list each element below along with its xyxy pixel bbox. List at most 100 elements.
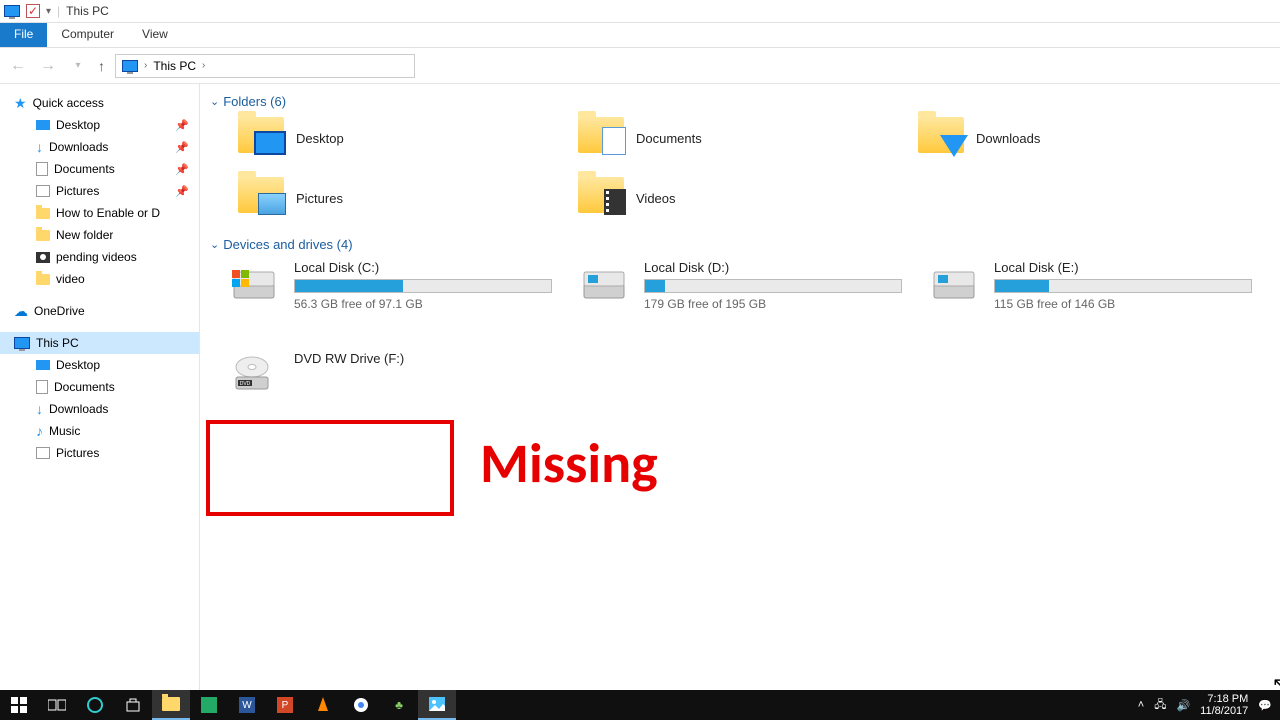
navigation-pane: ★ Quick access Desktop📌↓Downloads📌Docume… bbox=[0, 84, 200, 690]
sidebar-item-label: Pictures bbox=[56, 446, 99, 460]
drive-item[interactable]: Local Disk (C:)56.3 GB free of 97.1 GB bbox=[230, 260, 580, 311]
sidebar-item[interactable]: Desktop📌 bbox=[0, 114, 199, 136]
item-icon bbox=[36, 185, 50, 197]
chevron-icon: › bbox=[144, 60, 147, 71]
tab-file[interactable]: File bbox=[0, 23, 47, 47]
taskbar-chrome[interactable] bbox=[342, 690, 380, 720]
sidebar-item-label: Desktop bbox=[56, 118, 100, 132]
folder-label: Documents bbox=[636, 131, 702, 146]
item-icon bbox=[36, 252, 50, 263]
sidebar-item-label: video bbox=[56, 272, 85, 286]
group-folders[interactable]: ⌄ Folders (6) bbox=[210, 94, 1270, 109]
sidebar-onedrive[interactable]: ☁ OneDrive bbox=[0, 300, 199, 322]
up-button[interactable]: ↑ bbox=[98, 58, 105, 74]
item-icon bbox=[36, 274, 50, 285]
folder-item[interactable]: Documents bbox=[578, 117, 918, 159]
sidebar-item-label: pending videos bbox=[56, 250, 137, 264]
nav-bar: ← → ▾ ↑ › This PC › bbox=[0, 48, 1280, 84]
taskbar-app2[interactable]: ♣ bbox=[380, 690, 418, 720]
tray-volume-icon[interactable]: 🔊 bbox=[1176, 699, 1190, 712]
folder-icon bbox=[918, 117, 964, 153]
onedrive-icon: ☁ bbox=[14, 303, 28, 320]
disk-drive-icon bbox=[580, 264, 634, 304]
drive-free-text: 115 GB free of 146 GB bbox=[994, 297, 1280, 311]
sidebar-item[interactable]: Documents📌 bbox=[0, 158, 199, 180]
taskbar-explorer[interactable] bbox=[152, 690, 190, 720]
svg-text:DVD: DVD bbox=[240, 381, 251, 387]
window-title: This PC bbox=[66, 4, 109, 18]
cursor-icon: ↖ bbox=[1272, 674, 1280, 690]
recent-dropdown[interactable]: ▾ bbox=[68, 60, 88, 71]
sidebar-item[interactable]: video bbox=[0, 268, 199, 290]
back-button[interactable]: ← bbox=[8, 57, 28, 75]
sidebar-item-label: New folder bbox=[56, 228, 113, 242]
folder-icon bbox=[238, 177, 284, 213]
sidebar-item[interactable]: How to Enable or D bbox=[0, 202, 199, 224]
download-icon: ↓ bbox=[36, 139, 43, 155]
sidebar-item-label: How to Enable or D bbox=[56, 206, 160, 220]
folder-item[interactable]: Downloads bbox=[918, 117, 1258, 159]
sidebar-item[interactable]: ♪ Music bbox=[0, 420, 199, 442]
taskbar-vlc[interactable] bbox=[304, 690, 342, 720]
drive-item[interactable]: Local Disk (E:) 115 GB free of 146 GB bbox=[930, 260, 1280, 311]
address-location: This PC bbox=[153, 59, 196, 73]
taskview-button[interactable] bbox=[38, 690, 76, 720]
folder-item[interactable]: Videos bbox=[578, 177, 918, 219]
tray-notifications-icon[interactable]: 💬 bbox=[1258, 699, 1272, 712]
dvd-drive-icon: DVD bbox=[230, 355, 284, 395]
taskbar-photos[interactable] bbox=[418, 690, 456, 720]
content-area: ⌄ Folders (6) Desktop Documents Downloads P… bbox=[200, 84, 1280, 690]
tray-up-icon[interactable]: ˄ bbox=[1138, 699, 1144, 711]
sidebar-this-pc[interactable]: This PC bbox=[0, 332, 199, 354]
item-icon bbox=[36, 360, 50, 370]
system-tray[interactable]: ˄ 🖧 🔊 7:18 PM 11/8/2017 💬 bbox=[1130, 693, 1280, 717]
tray-network-icon[interactable]: 🖧 bbox=[1154, 696, 1166, 715]
forward-button[interactable]: → bbox=[38, 57, 58, 75]
drive-name: Local Disk (E:) bbox=[994, 260, 1280, 275]
tray-clock[interactable]: 7:18 PM 11/8/2017 bbox=[1200, 693, 1248, 717]
drive-item[interactable]: DVDDVD RW Drive (F:) bbox=[230, 351, 580, 395]
tab-view[interactable]: View bbox=[128, 23, 182, 47]
sidebar-item[interactable]: New folder bbox=[0, 224, 199, 246]
drive-item[interactable]: Local Disk (D:)179 GB free of 195 GB bbox=[580, 260, 930, 311]
taskbar-powerpoint[interactable]: P bbox=[266, 690, 304, 720]
app-icon bbox=[4, 5, 20, 17]
monitor-icon bbox=[14, 337, 30, 349]
folder-label: Downloads bbox=[976, 131, 1040, 146]
sidebar-item[interactable]: Documents bbox=[0, 376, 199, 398]
address-bar[interactable]: › This PC › bbox=[115, 54, 415, 78]
disk-drive-icon bbox=[930, 264, 984, 304]
annotation-box bbox=[206, 420, 454, 516]
star-icon: ★ bbox=[14, 95, 27, 112]
music-icon: ♪ bbox=[36, 423, 43, 439]
monitor-icon bbox=[122, 60, 138, 72]
sidebar-item-label: Pictures bbox=[56, 184, 99, 198]
chevron-down-icon: ⌄ bbox=[210, 238, 219, 251]
annotation-text: Missing bbox=[480, 430, 658, 498]
qat-dropdown-icon[interactable]: ▾ bbox=[46, 6, 51, 17]
chevron-icon: › bbox=[202, 60, 205, 71]
group-drives[interactable]: ⌄ Devices and drives (4) bbox=[210, 237, 1270, 252]
taskbar-app[interactable] bbox=[190, 690, 228, 720]
taskbar-word[interactable]: W bbox=[228, 690, 266, 720]
item-icon bbox=[36, 380, 48, 394]
sidebar-item[interactable]: Desktop bbox=[0, 354, 199, 376]
tab-computer[interactable]: Computer bbox=[47, 23, 128, 47]
taskbar-store[interactable] bbox=[114, 690, 152, 720]
sidebar-item[interactable]: Pictures bbox=[0, 442, 199, 464]
sidebar-item[interactable]: ↓Downloads bbox=[0, 398, 199, 420]
taskbar: W P ♣ ˄ 🖧 🔊 7:18 PM 11/8/2017 💬 bbox=[0, 690, 1280, 720]
sidebar-item-label: Music bbox=[49, 424, 80, 438]
folder-item[interactable]: Pictures bbox=[238, 177, 578, 219]
sidebar-quick-access[interactable]: ★ Quick access bbox=[0, 92, 199, 114]
item-icon bbox=[36, 447, 50, 459]
sidebar-item[interactable]: ↓Downloads📌 bbox=[0, 136, 199, 158]
sidebar-item[interactable]: pending videos bbox=[0, 246, 199, 268]
ribbon-tabs: File Computer View bbox=[0, 23, 1280, 48]
taskbar-edge[interactable] bbox=[76, 690, 114, 720]
qat-checkbox-icon[interactable]: ✓ bbox=[26, 4, 40, 18]
sidebar-item[interactable]: Pictures📌 bbox=[0, 180, 199, 202]
folder-item[interactable]: Desktop bbox=[238, 117, 578, 159]
start-button[interactable] bbox=[0, 690, 38, 720]
folder-label: Videos bbox=[636, 191, 676, 206]
